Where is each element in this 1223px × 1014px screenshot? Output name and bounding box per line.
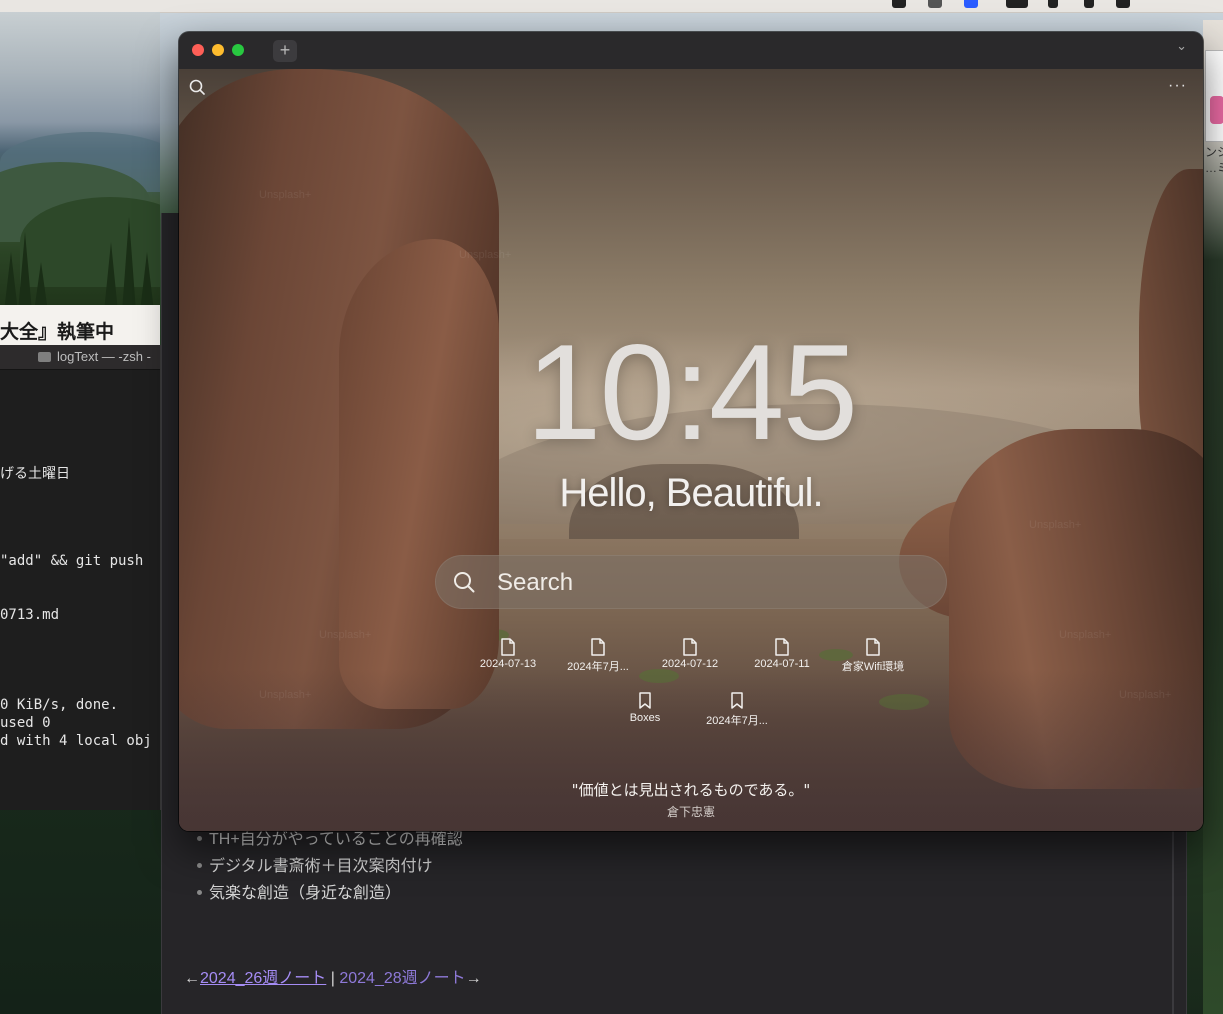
link-separator: | — [326, 970, 340, 987]
spotlight-icon[interactable] — [1084, 0, 1094, 8]
shortcut-label: 2024年7月... — [567, 661, 629, 673]
document-icon — [501, 638, 515, 656]
browser-titlebar[interactable]: + ⌄ — [179, 32, 1203, 70]
close-button[interactable] — [192, 44, 204, 56]
shortcut-tile[interactable]: 倉家Wifi環境 — [830, 638, 916, 674]
shortcut-tile[interactable]: 2024年7月... — [555, 638, 641, 674]
search-icon — [454, 572, 475, 593]
shortcut-label: 2024-07-12 — [661, 658, 719, 670]
folder-icon — [38, 352, 51, 362]
shortcut-tile[interactable]: 2024-07-11 — [739, 638, 825, 670]
shortcut-label: 倉家Wifi環境 — [841, 661, 905, 673]
wifi-icon[interactable] — [1048, 0, 1058, 8]
left-arrow: ← — [184, 970, 200, 987]
bookmark-icon — [731, 692, 743, 709]
terminal-titlebar[interactable]: logText — -zsh - — [0, 345, 160, 370]
terminal-line: "add" && git push — [0, 553, 144, 569]
terminal-line: used 0 — [0, 715, 51, 731]
partial-text: ンシ…ミ — [1205, 145, 1223, 175]
document-icon — [775, 638, 789, 656]
bookmark-icon — [639, 692, 651, 709]
bookmark-label: 2024年7月... — [706, 715, 768, 727]
wallpaper-landscape — [0, 12, 160, 312]
note-heading: 大全』執筆中 — [0, 321, 115, 343]
next-week-link[interactable]: 2024_28週ノート — [339, 970, 465, 987]
note-bullet: デジタル書斎術＋目次案肉付け — [197, 852, 433, 876]
terminal-title: logText — -zsh - — [57, 349, 151, 364]
document-icon — [683, 638, 697, 656]
bookmark-tile[interactable]: 2024年7月... — [694, 692, 780, 728]
bookmark-tile[interactable]: Boxes — [602, 692, 688, 724]
minimize-button[interactable] — [212, 44, 224, 56]
shortcut-label: 2024-07-11 — [754, 658, 810, 670]
shortcut-label: 2024-07-13 — [479, 658, 537, 670]
new-tab-page: Unsplash+ Unsplash+ Unsplash+ Unsplash+ … — [179, 69, 1203, 831]
note-bullet: 気楽な創造（身近な創造） — [197, 879, 401, 903]
terminal-line: 0713.md — [0, 607, 60, 623]
greeting-text: Hello, Beautiful. — [559, 471, 823, 515]
search-input[interactable] — [495, 565, 919, 601]
prev-week-link[interactable]: 2024_26週ノート — [200, 970, 326, 987]
control-center-icon[interactable] — [1116, 0, 1130, 8]
document-icon — [591, 638, 605, 656]
week-navigation: ←2024_26週ノート | 2024_28週ノート→ — [184, 964, 482, 988]
background-note-window[interactable]: 大全』執筆中 — [0, 305, 160, 350]
shortcut-tile[interactable]: 2024-07-13 — [465, 638, 551, 670]
menu-bar: 7月13日(土) — [0, 0, 1223, 70]
time-display: 10:45 — [525, 316, 858, 468]
bookmark-label: Boxes — [629, 712, 661, 724]
shortcut-tile[interactable]: 2024-07-12 — [647, 638, 733, 670]
thumbnail-image — [1205, 50, 1223, 142]
quote-author: 倉下忠憲 — [666, 805, 715, 819]
chevron-down-icon[interactable]: ⌄ — [1176, 38, 1187, 54]
more-options-icon[interactable]: ··· — [1168, 77, 1187, 95]
document-icon — [866, 638, 880, 656]
new-tab-button[interactable]: + — [273, 40, 297, 62]
terminal-line: 0 KiB/s, done. — [0, 697, 119, 713]
terminal-line: d with 4 local obj — [0, 733, 152, 749]
terminal-line: げる土曜日 — [0, 466, 70, 482]
search-bar[interactable] — [435, 555, 947, 609]
terminal-window[interactable]: logText — -zsh - げる土曜日 "add" && git push… — [0, 345, 161, 810]
right-background-window: ンシ…ミ — [1203, 20, 1223, 1014]
zoom-button[interactable] — [232, 44, 244, 56]
browser-window[interactable]: + ⌄ Unsplash+ Unsplash+ Unsplash+ Unspla… — [179, 32, 1203, 831]
quote-text: "価値とは見出されるものである。" — [571, 781, 811, 799]
search-icon[interactable] — [189, 79, 205, 95]
right-arrow: → — [465, 970, 482, 987]
